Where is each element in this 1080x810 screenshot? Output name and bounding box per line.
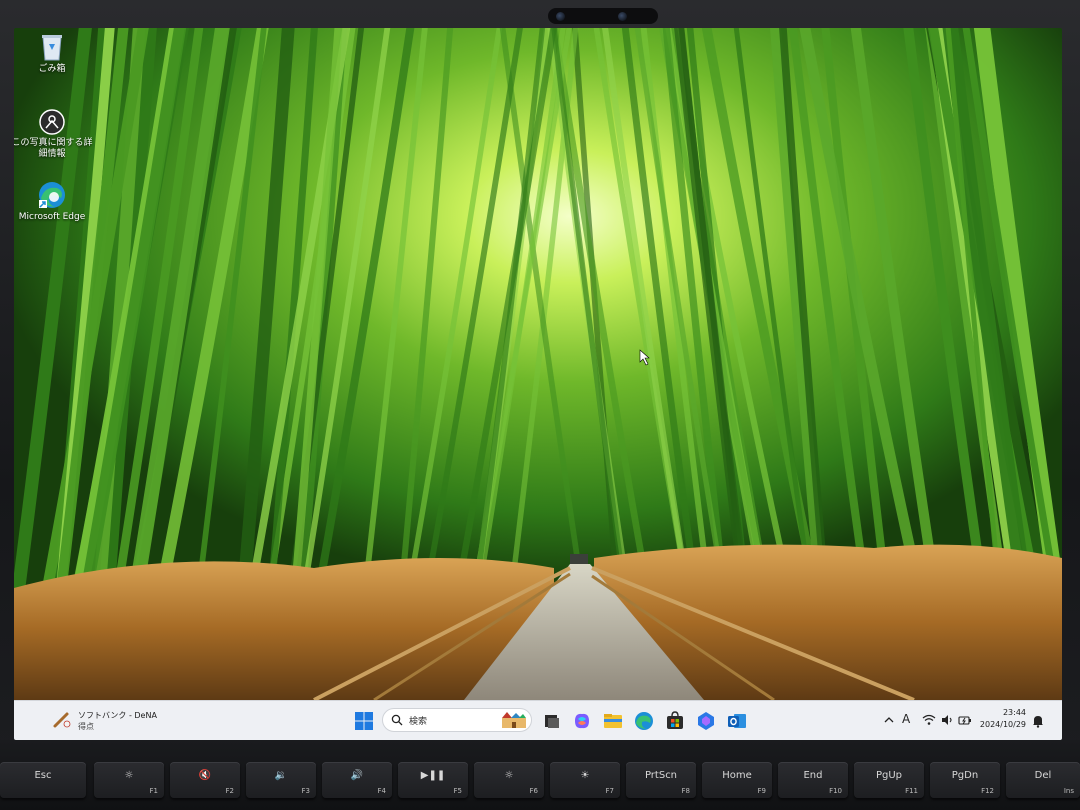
baseball-icon xyxy=(53,712,71,728)
key-f12[interactable]: PgDn F12 xyxy=(930,762,1000,798)
key-f11[interactable]: PgUp F11 xyxy=(854,762,924,798)
clock-date: 2024/10/29 xyxy=(979,720,1026,729)
key-label: Del xyxy=(1034,770,1052,781)
taskbar-search-box[interactable]: 検索 xyxy=(382,708,532,732)
outlook-icon[interactable] xyxy=(726,710,748,732)
learn-about-picture-icon xyxy=(39,109,65,135)
start-icon[interactable] xyxy=(354,711,374,731)
key-sublabel: F7 xyxy=(605,787,614,795)
desktop-icon-edge[interactable]: Microsoft Edge xyxy=(14,180,94,223)
distant-visitors xyxy=(570,554,588,564)
key-sublabel: F1 xyxy=(149,787,158,795)
key-sublabel: F6 xyxy=(529,787,538,795)
desktop-icon-label: Microsoft Edge xyxy=(18,212,86,222)
key-sublabel: F3 xyxy=(301,787,310,795)
key-f9[interactable]: Home F9 xyxy=(702,762,772,798)
key-label: Home xyxy=(722,770,752,781)
chevron-up-icon[interactable] xyxy=(882,713,896,727)
key-sublabel: F9 xyxy=(757,787,766,795)
recycle-bin-icon xyxy=(42,35,62,61)
ime-indicator[interactable]: A xyxy=(902,712,916,726)
file-explorer-icon[interactable] xyxy=(602,710,624,732)
key-label: PgDn xyxy=(951,770,979,781)
key-f1[interactable]: ☼ F1 xyxy=(94,762,164,798)
key-label: 🔊 xyxy=(350,770,364,781)
copilot-icon[interactable] xyxy=(571,710,593,732)
grass-left xyxy=(14,558,554,700)
key-label: ▶❚❚ xyxy=(420,770,446,781)
webcam xyxy=(548,8,658,24)
taskbar-clock[interactable]: 23:44 2024/10/29 xyxy=(964,707,1026,731)
key-f8[interactable]: PrtScn F8 xyxy=(626,762,696,798)
search-icon xyxy=(391,714,403,726)
key-f10[interactable]: End F10 xyxy=(778,762,848,798)
desktop-icon-label: この写真に関する詳細情報 xyxy=(14,138,93,159)
key-sublabel: F12 xyxy=(981,787,994,795)
key-label: 🔇 xyxy=(198,770,212,781)
edge-icon[interactable] xyxy=(633,710,655,732)
notification-bell-icon[interactable] xyxy=(1032,714,1044,728)
key-f2[interactable]: 🔇 F2 xyxy=(170,762,240,798)
key-f6[interactable]: ☼ F6 xyxy=(474,762,544,798)
key-f5[interactable]: ▶❚❚ F5 xyxy=(398,762,468,798)
key-f4[interactable]: 🔊 F4 xyxy=(322,762,392,798)
desktop-icon-label: ごみ箱 xyxy=(38,64,66,74)
key-label: PrtScn xyxy=(644,770,678,781)
key-esc[interactable]: Esc xyxy=(0,762,86,798)
key-f7[interactable]: ☀ F7 xyxy=(550,762,620,798)
copilot-app-icon[interactable] xyxy=(695,710,717,732)
key-sublabel: F8 xyxy=(681,787,690,795)
wifi-icon[interactable] xyxy=(922,713,936,727)
key-label: PgUp xyxy=(875,770,903,781)
desktop-icon-recycle-bin[interactable]: ごみ箱 xyxy=(14,32,94,75)
key-sublabel: F5 xyxy=(453,787,462,795)
screen: ごみ箱 この写真に関する詳細情報 Microsoft Edge ソフトバンク -… xyxy=(14,28,1062,740)
laptop-keyboard: Esc ☼ F1 🔇 F2 🔉 F3 🔊 F4 ▶❚❚ F5 ☼ F6 ☀ F7 PrtScn F8 Home F9… xyxy=(0,740,1080,810)
widget-headline: ソフトバンク - DeNA xyxy=(78,711,157,720)
key-label: End xyxy=(803,770,823,781)
microsoft-store-icon[interactable] xyxy=(664,710,686,732)
key-label: ☼ xyxy=(124,770,134,781)
task-view-icon[interactable] xyxy=(541,710,563,732)
key-label: ☼ xyxy=(504,770,514,781)
desktop-icon-learn-about-picture[interactable]: この写真に関する詳細情報 xyxy=(14,108,94,160)
clock-time: 23:44 xyxy=(1002,708,1026,717)
key-ins[interactable]: Del Ins xyxy=(1006,762,1080,798)
key-label: Esc xyxy=(34,770,52,781)
key-sublabel: F2 xyxy=(225,787,234,795)
key-f3[interactable]: 🔉 F3 xyxy=(246,762,316,798)
key-sublabel: Ins xyxy=(1063,787,1074,795)
key-label: 🔉 xyxy=(274,770,288,781)
search-highlight-icon xyxy=(502,712,526,728)
volume-icon[interactable] xyxy=(940,713,954,727)
taskbar: ソフトバンク - DeNA 得点 検索 A 23:44 2024/10/29 xyxy=(14,700,1062,740)
key-sublabel: F10 xyxy=(829,787,842,795)
edge-icon xyxy=(39,182,65,208)
key-sublabel: F11 xyxy=(905,787,918,795)
key-sublabel: F4 xyxy=(377,787,386,795)
key-label: ☀ xyxy=(580,770,590,781)
widget-subtext: 得点 xyxy=(78,722,94,731)
search-placeholder: 検索 xyxy=(409,717,428,727)
desktop-wallpaper xyxy=(14,28,1062,700)
